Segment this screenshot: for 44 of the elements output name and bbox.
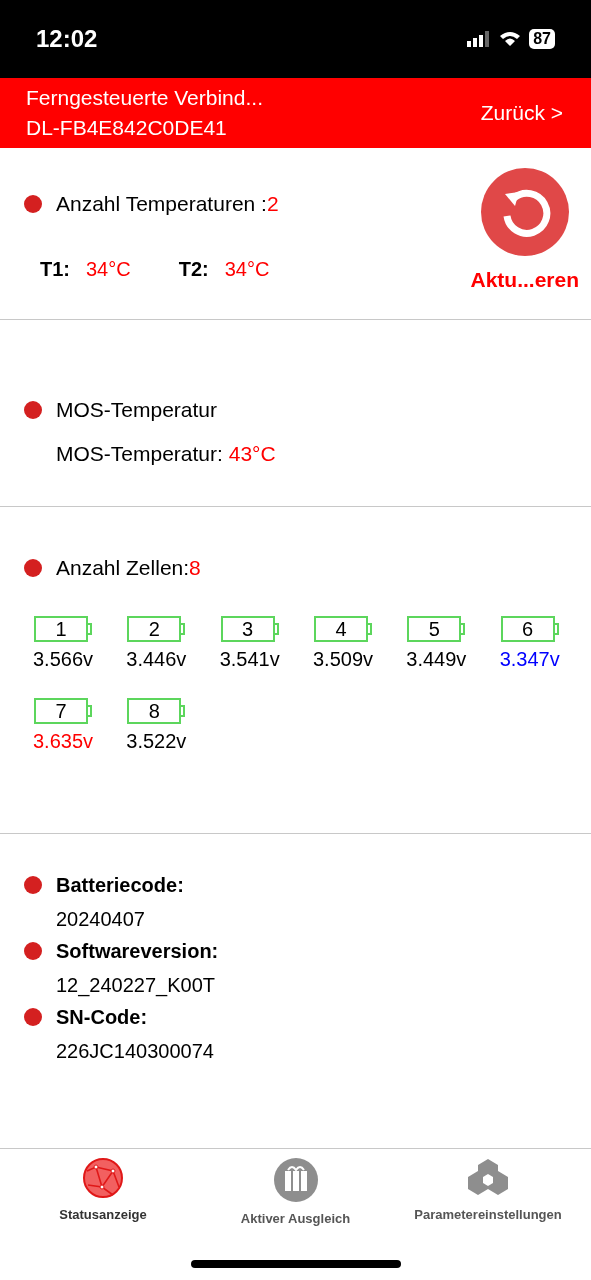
- cell-voltage: 3.449v: [406, 646, 467, 672]
- info-label: SN-Code:: [56, 1005, 148, 1030]
- cell-battery: 6: [500, 615, 559, 642]
- info-label: Softwareversion:: [56, 939, 219, 964]
- info-value: 12_240227_K00T: [56, 973, 217, 999]
- tab-bar-item[interactable]: Aktiver Ausgleich: [200, 1157, 391, 1229]
- sensor-value: 34°C: [86, 256, 131, 282]
- temperature-count: Anzahl Temperaturen :2: [56, 191, 279, 217]
- cell-voltage: 3.446v: [126, 646, 187, 672]
- battery-balance-icon: [272, 1157, 319, 1203]
- sensor-label: T1:: [40, 256, 70, 282]
- section-heading: MOS-Temperatur: [56, 397, 218, 423]
- globe-icon: [82, 1157, 124, 1199]
- info-label: Batteriecode:: [56, 873, 184, 898]
- cell-voltage: 3.566v: [32, 646, 94, 672]
- battery-indicator: 87: [529, 29, 555, 49]
- refresh-label[interactable]: Aktu...eren: [470, 264, 579, 296]
- mos-temperature: MOS-Temperatur: 43°C: [56, 440, 277, 467]
- wifi-icon: [499, 31, 522, 47]
- cell-battery: 3: [220, 615, 279, 642]
- cell-voltage: 3.509v: [312, 646, 374, 672]
- cell-battery: 8: [127, 697, 186, 724]
- cell-voltage: 3.347v: [499, 646, 560, 672]
- back-button[interactable]: Zurück >: [480, 97, 563, 129]
- info-value: 20240407: [56, 907, 146, 932]
- sensor-label: T2:: [178, 256, 209, 282]
- refresh-icon[interactable]: [480, 168, 569, 256]
- cell-voltage: 3.635v: [32, 728, 94, 754]
- tab-bar-item[interactable]: Parametereinstellungen: [393, 1157, 583, 1229]
- cell-voltage: 3.541v: [219, 646, 280, 672]
- cell-battery: 5: [407, 615, 466, 642]
- device-id: DL-FB4E842C0DE41: [26, 115, 228, 141]
- clock: 12:02: [36, 24, 98, 54]
- cell-voltage: 3.522v: [126, 728, 187, 754]
- cell-battery: 7: [34, 697, 92, 724]
- info-value: 226JC140300074: [56, 1039, 215, 1064]
- cell-battery: 2: [127, 615, 186, 642]
- cell-count: Anzahl Zellen:8: [56, 555, 201, 581]
- signal-icon: [467, 31, 492, 47]
- cell-battery: 4: [314, 615, 372, 642]
- sensor-value: 34°C: [224, 256, 270, 282]
- tab-bar-item[interactable]: Statusanzeige: [8, 1157, 198, 1229]
- cell-battery: 1: [34, 615, 92, 642]
- header-title: Ferngesteuerte Verbind...: [26, 85, 263, 111]
